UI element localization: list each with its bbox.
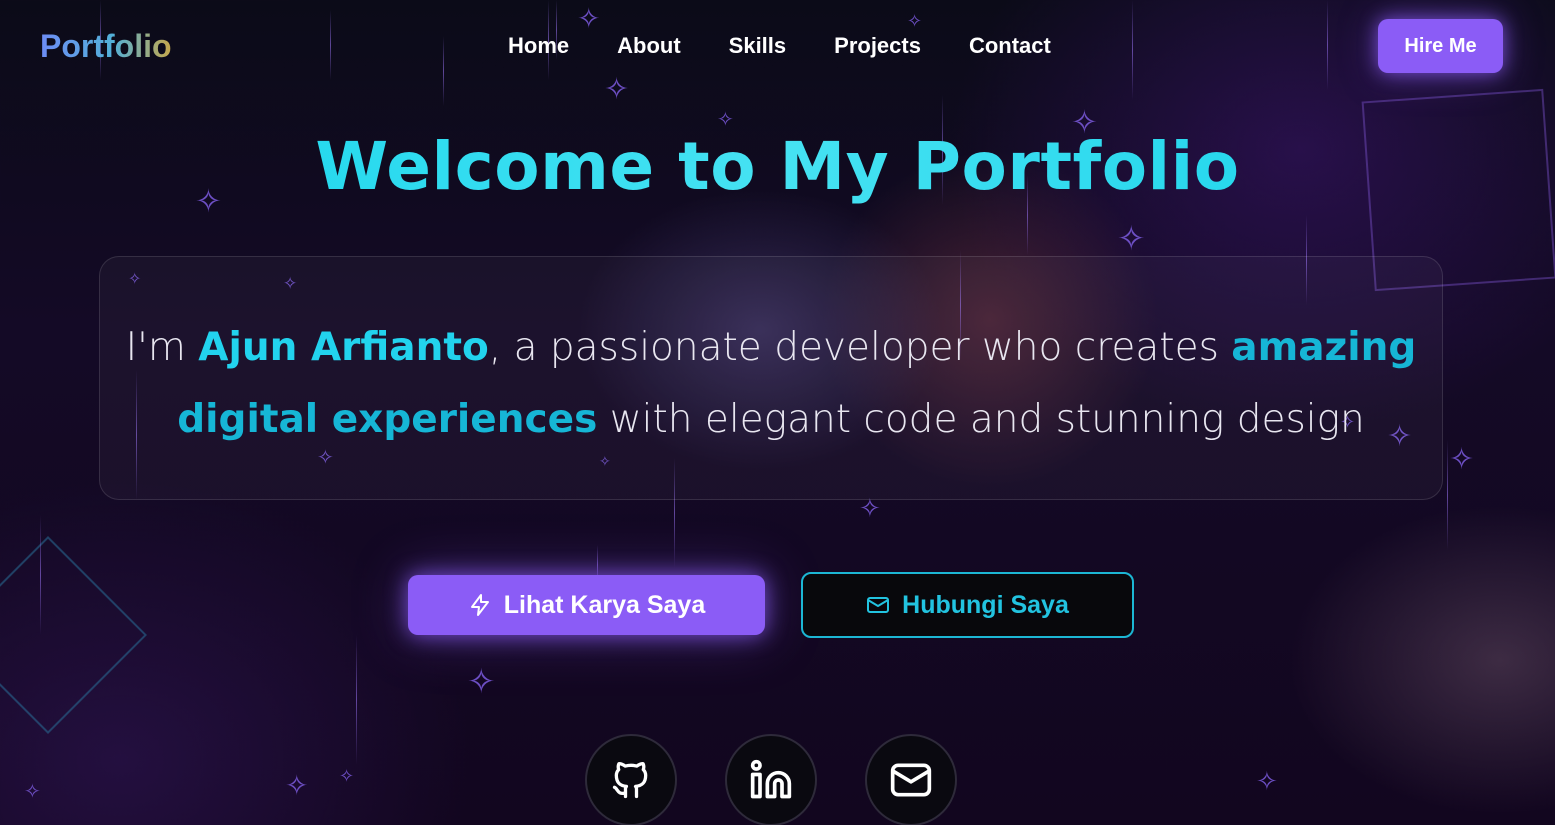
contact-me-button[interactable]: Hubungi Saya	[801, 572, 1134, 638]
sparkle-icon: ✧	[604, 72, 630, 107]
contact-me-label: Hubungi Saya	[902, 590, 1069, 619]
nav-item-skills[interactable]: Skills	[729, 33, 786, 59]
sparkle-icon: ✧	[577, 2, 601, 35]
nav-item-home[interactable]: Home	[508, 33, 569, 59]
decorative-diamond	[0, 536, 147, 734]
sparkle-icon: ✧	[339, 766, 355, 787]
main-nav: Home About Skills Projects Contact	[508, 33, 1051, 59]
intro-suffix: with elegant code and stunning design	[597, 397, 1365, 442]
view-work-label: Lihat Karya Saya	[503, 590, 706, 619]
sparkle-icon: ✧	[907, 11, 923, 32]
github-icon	[612, 761, 648, 799]
sparkle-icon: ✧	[467, 662, 496, 702]
sparkle-icon: ✧	[24, 779, 41, 803]
mail-icon	[866, 593, 890, 617]
sparkle-icon: ✧	[1449, 442, 1475, 477]
mail-icon	[890, 763, 932, 797]
light-streak	[1132, 0, 1133, 100]
hire-me-button[interactable]: Hire Me	[1378, 19, 1503, 73]
sparkle-icon: ✧	[285, 769, 309, 802]
light-streak	[443, 36, 444, 106]
linkedin-link[interactable]	[725, 734, 817, 825]
nav-item-about[interactable]: About	[617, 33, 681, 59]
site-logo[interactable]: Portfolio	[40, 28, 172, 65]
intro-middle: , a passionate developer who creates	[488, 325, 1232, 370]
linkedin-icon	[750, 759, 792, 799]
nav-item-contact[interactable]: Contact	[969, 33, 1051, 59]
intro-text: I'm Ajun Arfianto, a passionate develope…	[120, 312, 1422, 456]
light-streak	[1447, 440, 1448, 550]
sparkle-icon: ✧	[717, 107, 734, 131]
sparkle-icon: ✧	[1117, 219, 1146, 259]
lightning-icon	[468, 593, 492, 617]
hero-title: Welcome to My Portfolio	[0, 128, 1555, 205]
sparkle-icon: ✧	[1256, 767, 1278, 797]
light-streak	[40, 515, 41, 635]
nav-item-projects[interactable]: Projects	[834, 33, 921, 59]
light-streak	[330, 10, 331, 80]
intro-prefix: I'm	[125, 325, 199, 370]
light-streak	[1327, 0, 1328, 90]
email-link[interactable]	[865, 734, 957, 825]
github-link[interactable]	[585, 734, 677, 825]
view-work-button[interactable]: Lihat Karya Saya	[408, 575, 765, 635]
light-streak	[356, 635, 357, 765]
intro-name: Ajun Arfianto	[198, 325, 489, 370]
